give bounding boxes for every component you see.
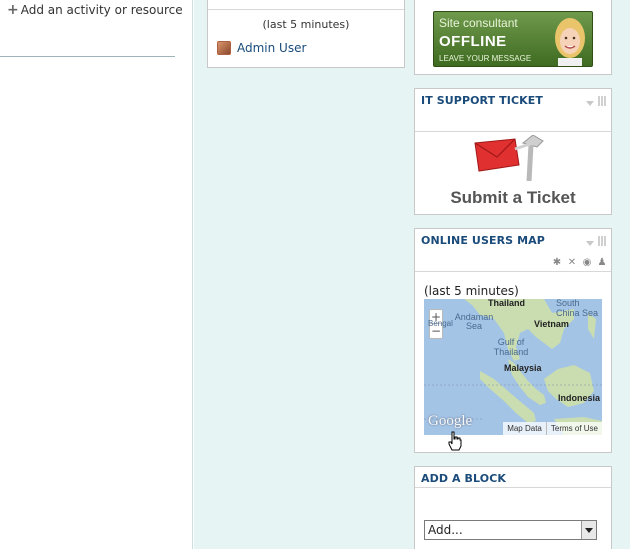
site-consultant-block: Site consultant OFFLINE LEAVE YOUR MESSA…: [414, 0, 612, 75]
left-column: + Add an activity or resource: [0, 0, 193, 549]
online-users-map-block: ONLINE USERS MAP ✱ ✕ ◉ ♟ (last 5 minutes…: [414, 228, 612, 453]
online-user-name[interactable]: Admin User: [237, 41, 306, 55]
map-label-south-china-sea: South China Sea: [556, 299, 599, 318]
block-divider: [208, 9, 404, 10]
block-title: ADD A BLOCK: [421, 472, 506, 485]
online-users-period: (last 5 minutes): [262, 18, 350, 31]
delete-icon[interactable]: ✕: [567, 258, 577, 268]
gear-icon[interactable]: ✱: [552, 258, 562, 268]
online-users-block: (last 5 minutes) Admin User: [207, 0, 405, 68]
dropdown-arrow-icon[interactable]: [581, 521, 596, 539]
slingshot-envelope-icon: [474, 135, 544, 181]
map-label-thailand: Thailand: [488, 299, 526, 308]
online-user-row[interactable]: Admin User: [217, 41, 306, 55]
submit-ticket-label: Submit a Ticket: [450, 188, 576, 207]
avatar: [217, 41, 231, 55]
map-label-andaman-sea: Andaman Sea: [454, 312, 494, 331]
add-a-block-block: ADD A BLOCK Add...: [414, 466, 612, 549]
collapse-icon[interactable]: [586, 240, 594, 246]
map-period: (last 5 minutes): [424, 284, 519, 298]
map-data-link[interactable]: Map Data: [503, 422, 547, 435]
map-label-indonesia: Indonesia: [558, 393, 601, 403]
block-title: IT SUPPORT TICKET: [421, 94, 543, 107]
consultant-action: LEAVE YOUR MESSAGE: [439, 54, 532, 63]
eye-icon[interactable]: ◉: [582, 258, 592, 268]
add-block-select-value: Add...: [428, 523, 463, 537]
map-label-vietnam: Vietnam: [534, 319, 569, 329]
add-block-select[interactable]: Add...: [424, 520, 597, 540]
collapse-icon[interactable]: [586, 100, 594, 106]
block-edit-icons: ✱ ✕ ◉ ♟: [552, 258, 607, 268]
google-logo: Google: [428, 413, 473, 429]
hand-cursor-icon: [448, 431, 462, 451]
add-activity-label: Add an activity or resource: [20, 3, 183, 17]
map-label-bengal: Bengal: [428, 319, 453, 328]
move-handle-icon[interactable]: [598, 236, 607, 246]
map-footer: Map Data Terms of Use: [503, 422, 602, 435]
block-divider: [415, 131, 611, 132]
assign-roles-icon[interactable]: ♟: [597, 258, 607, 268]
block-controls: [586, 96, 607, 106]
move-handle-icon[interactable]: [598, 96, 607, 106]
submit-ticket-button[interactable]: Submit a Ticket: [415, 133, 611, 213]
block-divider: [415, 271, 611, 272]
consultant-status: OFFLINE: [439, 33, 507, 50]
map-label-gulf-of-thailand: Gulf of Thailand: [493, 337, 529, 357]
section-divider: [0, 56, 175, 57]
online-users-map[interactable]: + − Thailand Andaman Sea Bengal South Ch…: [424, 299, 602, 435]
map-label-malaysia: Malaysia: [504, 363, 542, 373]
add-activity-link[interactable]: + Add an activity or resource: [7, 3, 183, 17]
block-title: ONLINE USERS MAP: [421, 234, 545, 247]
it-support-ticket-block: IT SUPPORT TICKET Submit a Ticket: [414, 88, 612, 215]
block-divider: [415, 487, 611, 488]
terms-of-use-link[interactable]: Terms of Use: [547, 422, 602, 435]
site-consultant-banner[interactable]: Site consultant OFFLINE LEAVE YOUR MESSA…: [433, 11, 593, 67]
consultant-title: Site consultant: [439, 16, 518, 30]
plus-icon: +: [7, 2, 19, 18]
consultant-photo-icon: [555, 18, 585, 66]
block-controls: [586, 236, 607, 246]
